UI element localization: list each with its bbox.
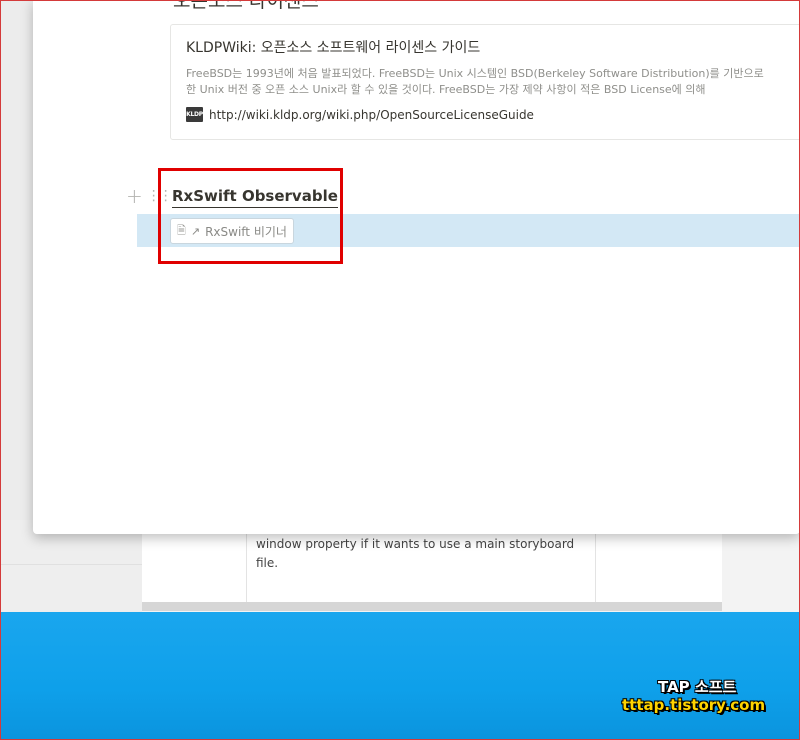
section-heading: 오픈소스 라이센스 <box>173 0 319 12</box>
background-cell-text: window property if it wants to use a mai… <box>256 537 575 570</box>
bookmark-description: FreeBSD는 1993년에 처음 발표되었다. FreeBSD는 Unix … <box>186 66 800 98</box>
background-divider <box>0 564 142 565</box>
bookmark-description-line2: 한 Unix 버전 중 오픈 소스 Unix라 할 수 있을 것이다. Free… <box>186 83 706 96</box>
kldp-favicon-icon: KLDP <box>186 107 203 122</box>
plus-icon[interactable]: + <box>126 186 143 206</box>
page-modal: 오픈소스 라이센스 KLDPWiki: 오픈소스 소프트웨어 라이센스 가이드 … <box>33 0 800 534</box>
background-scrollbar[interactable] <box>142 602 722 611</box>
watermark-line2: tttap.tistory.com <box>622 696 766 714</box>
highlight-box <box>158 168 343 264</box>
bookmark-description-line1: FreeBSD는 1993년에 처음 발표되었다. FreeBSD는 Unix … <box>186 67 764 80</box>
bookmark-link[interactable]: KLDP http://wiki.kldp.org/wiki.php/OpenS… <box>186 107 534 122</box>
watermark-line1: TAP 소프트 <box>658 678 737 696</box>
bookmark-card[interactable]: KLDPWiki: 오픈소스 소프트웨어 라이센스 가이드 FreeBSD는 1… <box>170 24 800 140</box>
bookmark-url: http://wiki.kldp.org/wiki.php/OpenSource… <box>209 107 534 122</box>
bookmark-title: KLDPWiki: 오픈소스 소프트웨어 라이센스 가이드 <box>186 40 481 56</box>
